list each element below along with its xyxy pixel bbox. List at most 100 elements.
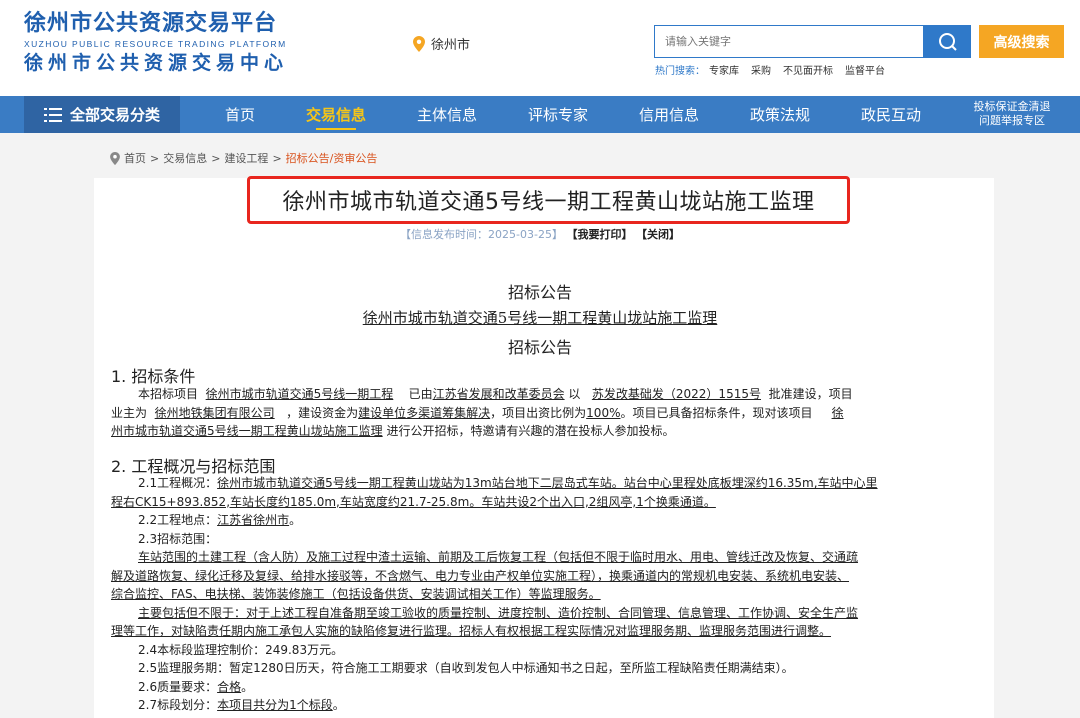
publish-date: 【信息发布时间：2025-03-25】 — [400, 228, 563, 241]
logo-english: XUZHOU PUBLIC RESOURCE TRADING PLATFORM — [24, 39, 287, 49]
logo-title-top: 徐州市公共资源交易平台 — [24, 11, 278, 36]
close-link[interactable]: 【关闭】 — [636, 228, 680, 241]
search-icon — [938, 32, 957, 51]
breadcrumb-trading-info[interactable]: 交易信息 — [163, 150, 207, 166]
text-segment: 批准建设，项目 — [768, 387, 853, 401]
text-underlined: 车站范围的土建工程（含人防）及施工过程中渣土运输、前期及工后恢复工程（包括但不限… — [138, 550, 859, 564]
nav-item-entity-info[interactable]: 主体信息 — [397, 96, 497, 133]
nav-item-interaction[interactable]: 政民互动 — [841, 96, 941, 133]
text-line: 2.7标段划分：本项目共分为1个标段。 — [111, 696, 971, 715]
text-underlined: 100% — [586, 405, 621, 420]
hot-keyword-link[interactable]: 监督平台 — [845, 66, 885, 77]
section-1-body: 本招标项目 徐州市城市轨道交通5号线一期工程 已由江苏省发展和改革委员会 以 苏… — [111, 385, 971, 441]
all-categories-button[interactable]: 全部交易分类 — [24, 96, 180, 133]
hot-keyword-link[interactable]: 采购 — [751, 66, 771, 77]
text-underlined: 本项目共分为1个标段 — [217, 698, 333, 712]
breadcrumb-construction[interactable]: 建设工程 — [224, 150, 268, 166]
article-title-highlight: 徐州市城市轨道交通5号线一期工程黄山垅站施工监理 — [247, 176, 850, 224]
text-underlined: 江苏省徐州市 — [217, 513, 290, 527]
text-line: 业主为 徐州地铁集团有限公司 ，建设资金为建设单位多渠道筹集解决，项目出资比例为… — [111, 404, 971, 423]
nav-item-deposit-refund[interactable]: 投标保证金清退 问题举报专区 — [960, 100, 1064, 128]
text-segment: 2.6质量要求： — [138, 679, 218, 694]
hot-keyword-link[interactable]: 不见面开标 — [783, 66, 833, 77]
text-underlined: 合格 — [217, 679, 242, 694]
city-name: 徐州市 — [431, 38, 471, 53]
text-underlined: 徐州地铁集团有限公司 — [154, 405, 275, 420]
text-segment: ，建设资金为 — [286, 405, 359, 420]
section-2-body: 2.1工程概况：徐州市城市轨道交通5号线一期工程黄山垅站为13m站台地下二层岛式… — [111, 474, 971, 715]
print-link[interactable]: 【我要打印】 — [566, 228, 632, 241]
text-line: 本招标项目 徐州市城市轨道交通5号线一期工程 已由江苏省发展和改革委员会 以 苏… — [111, 385, 971, 404]
text-line: 2.4本标段监理控制价：249.83万元。 — [111, 641, 971, 660]
text-underlined: 建设单位多渠道筹集解决 — [358, 405, 491, 420]
location-pin-icon — [413, 35, 425, 52]
text-segment: 。 — [332, 698, 345, 712]
nav-item-policy[interactable]: 政策法规 — [730, 96, 830, 133]
advanced-search-button[interactable]: 高级搜索 — [979, 25, 1064, 58]
breadcrumb-separator: > — [211, 151, 221, 165]
text-line: 主要包括但不限于：对于上述工程自准备期至竣工验收的质量控制、进度控制、造价控制、… — [111, 604, 971, 623]
text-underlined: 州市城市轨道交通5号线一期工程黄山垅站施工监理 — [111, 424, 383, 438]
doc-subheading: 招标公告 — [507, 338, 572, 357]
text-line: 2.1工程概况：徐州市城市轨道交通5号线一期工程黄山垅站为13m站台地下二层岛式… — [111, 474, 971, 493]
text-segment: 2.7标段划分： — [138, 698, 218, 712]
logo-title-bottom: 徐州市公共资源交易中心 — [24, 52, 289, 74]
nav-extra-line2: 问题举报专区 — [979, 114, 1045, 127]
nav-extra-line1: 投标保证金清退 — [973, 100, 1051, 113]
nav-item-trading-info[interactable]: 交易信息 — [286, 96, 386, 133]
nav-item-credit-info[interactable]: 信用信息 — [619, 96, 719, 133]
article-meta: 【信息发布时间：2025-03-25】 【我要打印】 【关闭】 — [0, 226, 1080, 242]
text-segment: 2.3招标范围： — [138, 531, 218, 546]
text-underlined: 程右CK15+893.852,车站长度约185.0m,车站宽度约21.7-25.… — [111, 494, 716, 509]
hot-search-label: 热门搜索： — [655, 66, 705, 77]
site-header: 徐州市公共资源交易平台 XUZHOU PUBLIC RESOURCE TRADI… — [0, 0, 1080, 96]
text-underlined: 徐 — [831, 405, 844, 420]
text-segment: 以 — [568, 387, 581, 401]
text-line: 2.6质量要求：合格。 — [111, 678, 971, 697]
doc-heading: 招标公告 — [507, 283, 572, 302]
text-line: 2.3招标范围： — [111, 530, 971, 549]
text-segment: 业主为 — [111, 405, 148, 420]
menu-list-icon — [43, 107, 62, 122]
nav-item-experts[interactable]: 评标专家 — [508, 96, 608, 133]
section-title: 1. 招标条件 — [111, 367, 196, 386]
hot-keyword-link[interactable]: 专家库 — [709, 66, 739, 77]
text-segment: 已由 — [408, 387, 433, 401]
text-underlined: 江苏省发展和改革委员会 — [432, 387, 565, 401]
breadcrumb-home[interactable]: 首页 — [124, 150, 146, 166]
text-segment: 进行公开招标，特邀请有兴趣的潜在投标人参加投标。 — [386, 424, 675, 438]
text-line: 2.5监理服务期：暂定1280日历天，符合施工工期要求（自收到发包人中标通知书之… — [111, 659, 971, 678]
breadcrumb-separator: > — [150, 151, 160, 165]
site-logo[interactable]: 徐州市公共资源交易平台 XUZHOU PUBLIC RESOURCE TRADI… — [24, 10, 294, 76]
text-line: 程右CK15+893.852,车站长度约185.0m,车站宽度约21.7-25.… — [111, 493, 971, 512]
text-segment: 2.1工程概况： — [138, 476, 218, 490]
nav-item-home[interactable]: 首页 — [190, 96, 290, 133]
text-segment: 2.4本标段监理控制价：249.83万元。 — [138, 642, 344, 657]
text-line: 解及道路恢复、绿化迁移及复绿、给排水接驳等，不含燃气、电力专业由产权单位实施工程… — [111, 567, 971, 586]
hot-search-bar: 热门搜索： 专家库 采购 不见面开标 监督平台 — [655, 62, 893, 77]
location-pin-icon — [110, 151, 120, 165]
text-underlined: 苏发改基础发（2022）1515号 — [591, 387, 761, 401]
text-underlined: 解及道路恢复、绿化迁移及复绿、给排水接驳等，不含燃气、电力专业由产权单位实施工程… — [111, 568, 850, 583]
breadcrumb: 首页 > 交易信息 > 建设工程 > 招标公告/资审公告 — [110, 150, 377, 166]
text-underlined: 理等工作，对缺陷责任期内施工承包人实施的缺陷修复进行监理。招标人有权根据工程实际… — [111, 624, 832, 638]
text-line: 综合监控、FAS、电扶梯、装饰装修施工（包括设备供货、安装调试相关工作）等监理服… — [111, 585, 971, 604]
article-title: 徐州市城市轨道交通5号线一期工程黄山垅站施工监理 — [282, 190, 815, 215]
search-button[interactable] — [924, 25, 971, 58]
text-line: 2.2工程地点：江苏省徐州市。 — [111, 511, 971, 530]
text-segment: 。 — [289, 513, 302, 527]
text-segment: 2.2工程地点： — [138, 513, 218, 527]
text-segment: 本招标项目 — [138, 387, 199, 401]
breadcrumb-current[interactable]: 招标公告/资审公告 — [286, 150, 378, 166]
text-segment: 2.5监理服务期：暂定1280日历天，符合施工工期要求（自收到发包人中标通知书之… — [138, 661, 794, 675]
all-categories-label: 全部交易分类 — [69, 106, 160, 124]
text-segment: 。 — [241, 679, 254, 694]
doc-project-name-text: 徐州市城市轨道交通5号线一期工程黄山垅站施工监理 — [362, 309, 718, 327]
text-line: 州市城市轨道交通5号线一期工程黄山垅站施工监理 进行公开招标，特邀请有兴趣的潜在… — [111, 422, 971, 441]
doc-project-name: 徐州市城市轨道交通5号线一期工程黄山垅站施工监理 — [0, 307, 1080, 328]
city-selector[interactable]: 徐州市 — [413, 34, 470, 53]
breadcrumb-separator: > — [272, 151, 282, 165]
text-underlined: 徐州市城市轨道交通5号线一期工程 — [205, 387, 394, 401]
text-segment: ，项目出资比例为 — [490, 405, 587, 420]
search-input[interactable] — [654, 25, 924, 58]
